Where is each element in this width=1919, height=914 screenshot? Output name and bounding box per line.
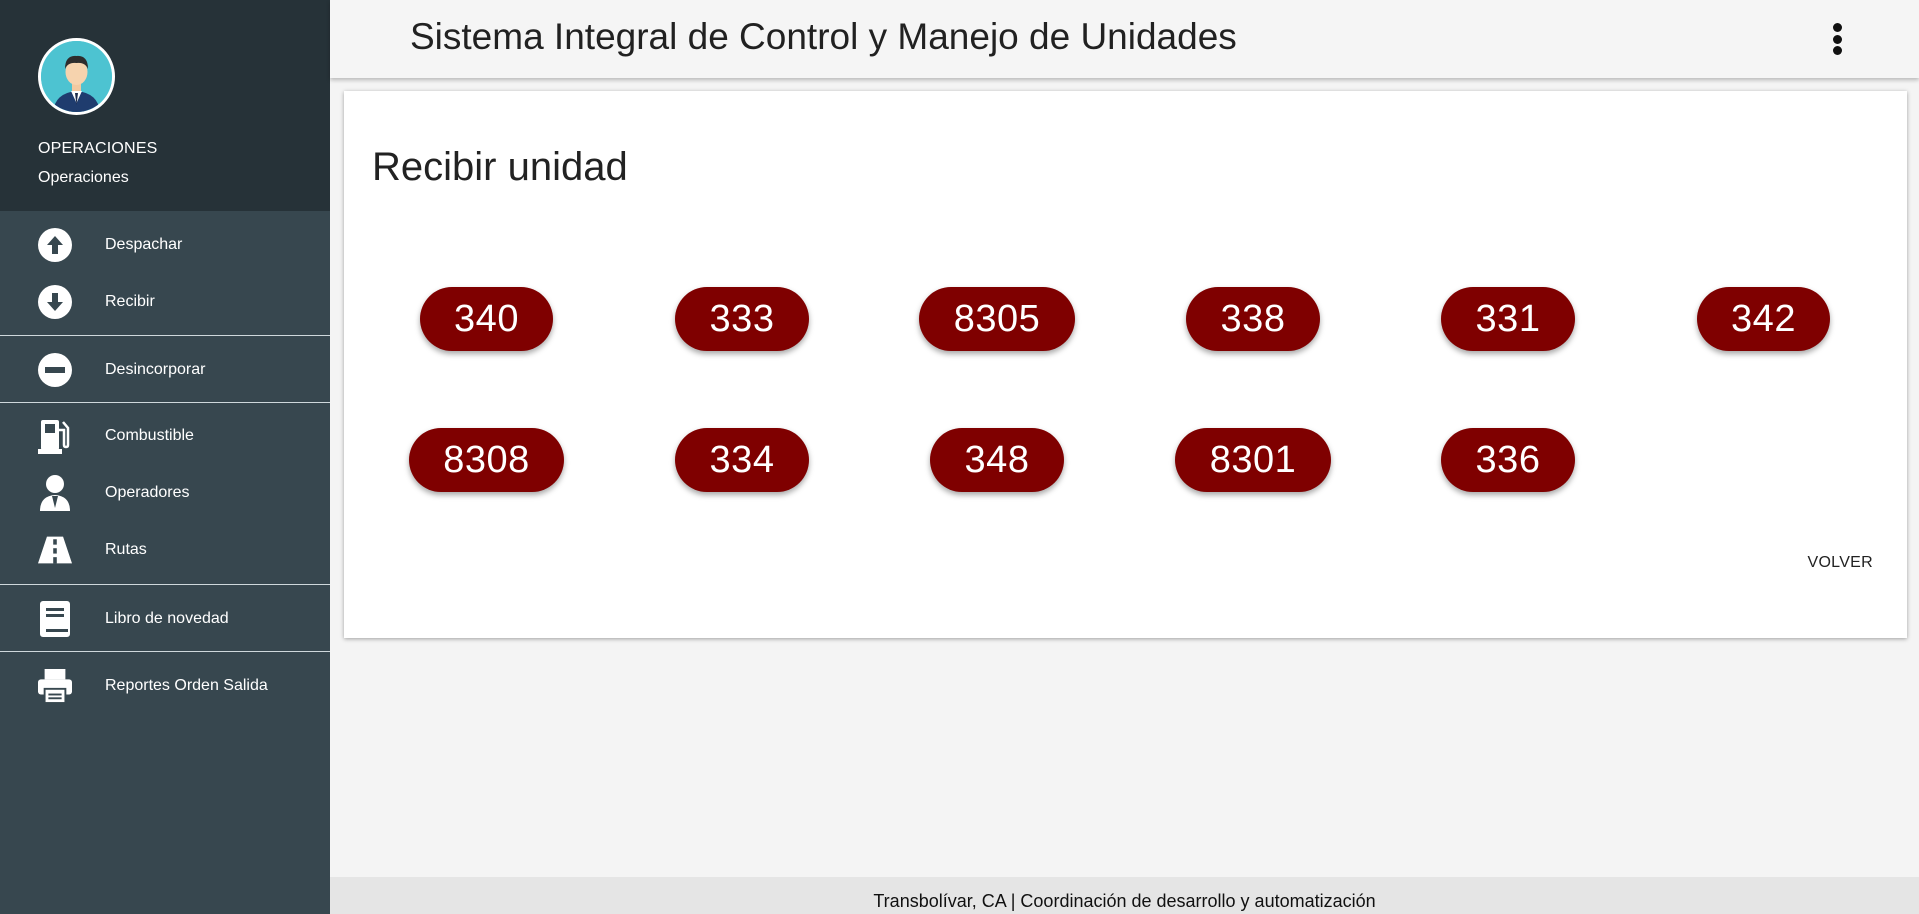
nav-group-dispatch: Despachar Recibir xyxy=(0,211,330,336)
user-avatar-icon xyxy=(41,41,112,112)
page-title: Recibir unidad xyxy=(372,145,628,189)
road-icon xyxy=(38,533,72,567)
book-icon xyxy=(38,600,72,637)
unit-button[interactable]: 8305 xyxy=(919,287,1075,351)
app-title: Sistema Integral de Control y Manejo de … xyxy=(410,16,1237,57)
nav-group-resources: Combustible Operadores Rutas xyxy=(0,403,330,585)
sidebar-item-operadores[interactable]: Operadores xyxy=(0,464,330,521)
nav-group-reportes: Reportes Orden Salida xyxy=(0,652,330,719)
sidebar-item-label: Despachar xyxy=(105,235,183,253)
sidebar: OPERACIONES Operaciones Despachar Recibi… xyxy=(0,0,330,914)
profile-role: OPERACIONES xyxy=(38,140,158,157)
unit-button[interactable]: 340 xyxy=(420,287,553,351)
profile-name: Operaciones xyxy=(38,169,129,186)
sidebar-item-label: Rutas xyxy=(105,540,147,558)
unit-button[interactable]: 333 xyxy=(675,287,809,351)
unit-button[interactable]: 331 xyxy=(1441,287,1575,351)
minus-circle-icon xyxy=(38,352,72,387)
back-button[interactable]: VOLVER xyxy=(1807,554,1873,572)
sidebar-item-libro-de-novedad[interactable]: Libro de novedad xyxy=(0,590,330,647)
sidebar-item-label: Operadores xyxy=(105,483,190,501)
receive-unit-card: Recibir unidad 340 333 8305 338 331 342 … xyxy=(344,91,1907,638)
nav-group-libro: Libro de novedad xyxy=(0,585,330,652)
sidebar-item-label: Libro de novedad xyxy=(105,609,229,627)
avatar xyxy=(38,38,115,115)
user-tie-icon xyxy=(38,474,72,511)
unit-button[interactable]: 334 xyxy=(675,428,809,492)
arrow-up-circle-icon xyxy=(38,227,72,262)
sidebar-item-label: Recibir xyxy=(105,292,155,310)
unit-button[interactable]: 338 xyxy=(1186,287,1320,351)
sidebar-item-reportes-orden-salida[interactable]: Reportes Orden Salida xyxy=(0,657,330,714)
app-header: Sistema Integral de Control y Manejo de … xyxy=(330,0,1919,78)
unit-button[interactable]: 348 xyxy=(930,428,1064,492)
unit-button[interactable]: 342 xyxy=(1697,287,1830,351)
more-options-button[interactable] xyxy=(1827,20,1847,58)
nav-group-desincorporar: Desincorporar xyxy=(0,336,330,403)
sidebar-item-despachar[interactable]: Despachar xyxy=(0,216,330,273)
sidebar-item-combustible[interactable]: Combustible xyxy=(0,407,330,464)
sidebar-item-label: Combustible xyxy=(105,426,194,444)
sidebar-item-label: Desincorporar xyxy=(105,360,206,378)
footer: Transbolívar, CA | Coordinación de desar… xyxy=(330,877,1919,914)
unit-button[interactable]: 8308 xyxy=(409,428,564,492)
unit-button[interactable]: 336 xyxy=(1441,428,1575,492)
sidebar-item-label: Reportes Orden Salida xyxy=(105,676,268,694)
arrow-down-circle-icon xyxy=(38,284,72,319)
printer-icon xyxy=(38,668,72,704)
sidebar-item-recibir[interactable]: Recibir xyxy=(0,273,330,330)
sidebar-item-desincorporar[interactable]: Desincorporar xyxy=(0,341,330,398)
sidebar-item-rutas[interactable]: Rutas xyxy=(0,521,330,578)
profile-panel: OPERACIONES Operaciones xyxy=(0,0,330,211)
unit-button[interactable]: 8301 xyxy=(1175,428,1331,492)
more-vert-icon xyxy=(1832,23,1842,32)
gas-pump-icon xyxy=(38,419,72,454)
